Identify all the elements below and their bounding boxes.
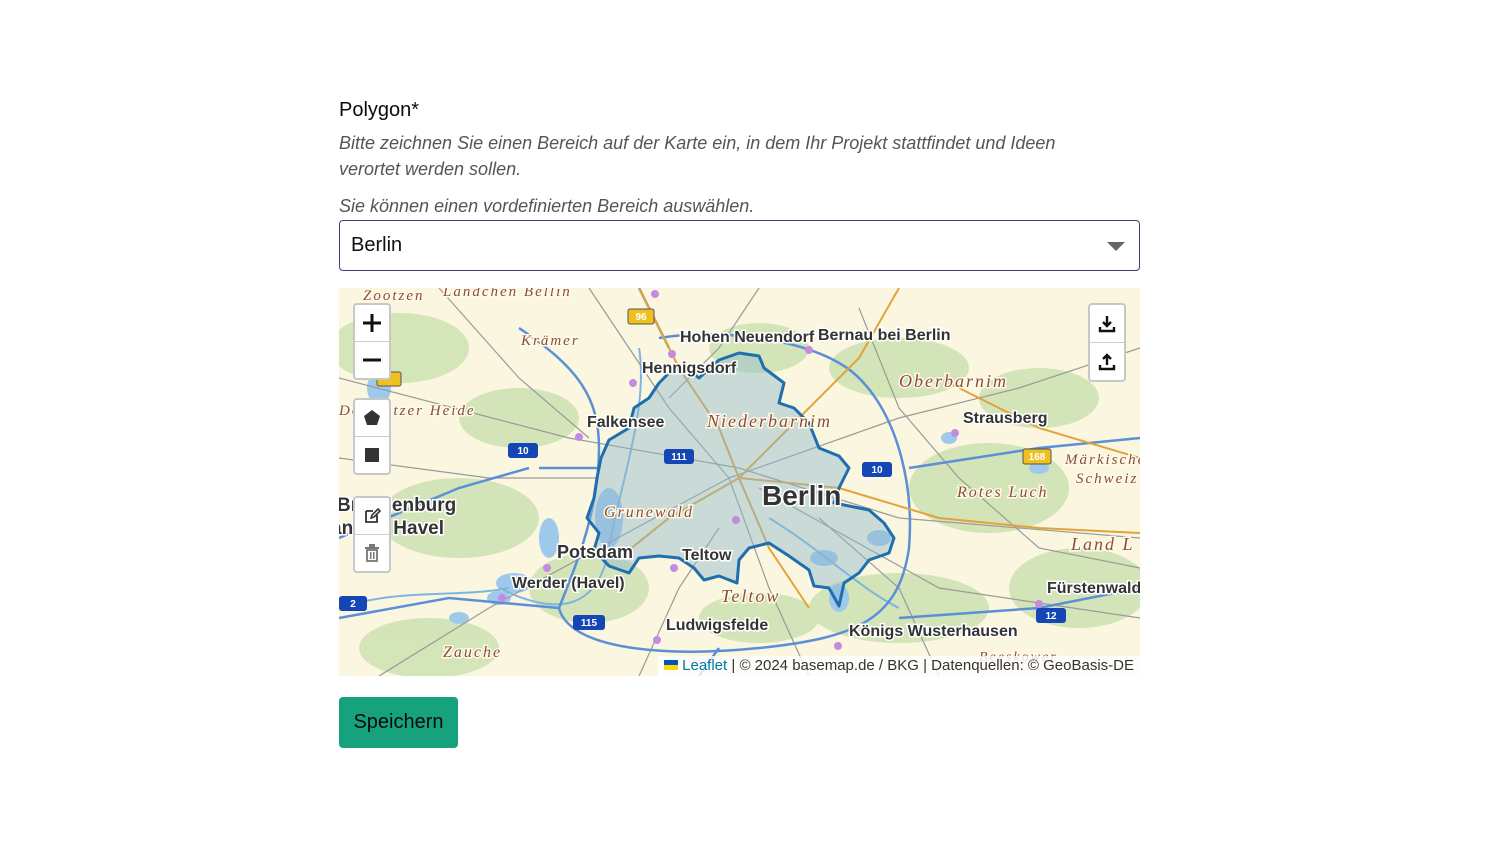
zoom-in-button[interactable] <box>355 305 389 342</box>
svg-text:Schweiz: Schweiz <box>1076 471 1138 487</box>
edit-icon <box>365 507 381 523</box>
svg-text:Krämer: Krämer <box>520 333 580 349</box>
caret-down-icon <box>1107 242 1125 251</box>
map[interactable]: 96 10 111 10 168 2 115 12 Zootzen Ländch… <box>339 288 1140 676</box>
trash-icon <box>365 544 379 562</box>
svg-text:Land L: Land L <box>1070 534 1135 554</box>
field-label: Polygon* <box>339 99 420 121</box>
map-tiles[interactable]: 96 10 111 10 168 2 115 12 Zootzen Ländch… <box>339 288 1140 676</box>
draw-polygon-button[interactable] <box>355 400 389 437</box>
svg-text:111: 111 <box>671 452 687 463</box>
minus-icon <box>363 358 381 362</box>
export-button[interactable] <box>1090 305 1124 343</box>
svg-text:Hohen Neuendorf: Hohen Neuendorf <box>680 329 815 346</box>
svg-text:115: 115 <box>581 618 598 629</box>
svg-text:Fürstenwalde: Fürstenwalde <box>1047 580 1140 597</box>
svg-text:168: 168 <box>1029 452 1046 463</box>
svg-text:Teltow: Teltow <box>721 586 780 606</box>
svg-text:Werder (Havel): Werder (Havel) <box>512 575 625 592</box>
svg-text:Berlin: Berlin <box>762 480 841 511</box>
preset-hint: Sie können einen vordefinierten Bereich … <box>339 196 755 216</box>
svg-text:10: 10 <box>871 465 883 476</box>
square-icon <box>365 448 379 462</box>
svg-text:Grunewald: Grunewald <box>604 504 694 521</box>
svg-text:10: 10 <box>517 446 529 457</box>
plus-icon <box>363 314 381 332</box>
save-button[interactable]: Speichern <box>339 697 458 748</box>
delete-layers-button[interactable] <box>355 535 389 571</box>
svg-text:Falkensee: Falkensee <box>587 414 664 431</box>
draw-toolbar <box>353 398 391 475</box>
attribution-text: | © 2024 basemap.de / BKG | Datenquellen… <box>731 657 1134 674</box>
preset-area-select[interactable]: Berlin <box>339 220 1140 271</box>
polygon-form: Polygon* Bitte zeichnen Sie einen Bereic… <box>339 96 1140 271</box>
preset-area-value: Berlin <box>351 234 403 256</box>
svg-text:Bernau bei Berlin: Bernau bei Berlin <box>818 327 950 344</box>
leaflet-link[interactable]: Leaflet <box>682 657 727 674</box>
svg-text:Zauche: Zauche <box>443 644 502 661</box>
field-help-text: Bitte zeichnen Sie einen Bereich auf der… <box>339 133 1056 179</box>
zoom-out-button[interactable] <box>355 342 389 378</box>
svg-text:Oberbarnim: Oberbarnim <box>899 371 1008 391</box>
edit-layers-button[interactable] <box>355 498 389 535</box>
svg-text:Potsdam: Potsdam <box>557 542 633 562</box>
svg-text:Strausberg: Strausberg <box>963 410 1047 427</box>
draw-rectangle-button[interactable] <box>355 437 389 473</box>
svg-text:Hennigsdorf: Hennigsdorf <box>642 360 737 377</box>
svg-text:Rotes Luch: Rotes Luch <box>956 484 1049 501</box>
zoom-control <box>353 303 391 380</box>
svg-text:Ludwigsfelde: Ludwigsfelde <box>666 617 768 634</box>
ukraine-flag-icon <box>664 660 679 670</box>
svg-text:Teltow: Teltow <box>682 547 732 564</box>
pentagon-icon <box>364 410 380 425</box>
edit-toolbar <box>353 496 391 573</box>
svg-text:96: 96 <box>635 312 647 323</box>
svg-text:12: 12 <box>1045 611 1057 622</box>
svg-text:Ländchen Bellin: Ländchen Bellin <box>442 288 572 300</box>
import-export-control <box>1088 303 1126 382</box>
svg-text:Niederbarnim: Niederbarnim <box>706 411 832 431</box>
download-icon <box>1098 315 1116 332</box>
svg-text:Märkische: Märkische <box>1064 452 1140 468</box>
svg-text:Zootzen: Zootzen <box>363 288 425 304</box>
import-button[interactable] <box>1090 343 1124 380</box>
svg-text:Königs Wusterhausen: Königs Wusterhausen <box>849 623 1018 640</box>
upload-icon <box>1098 352 1116 370</box>
map-attribution: Leaflet | © 2024 basemap.de / BKG | Date… <box>658 656 1140 676</box>
svg-text:2: 2 <box>350 599 356 610</box>
